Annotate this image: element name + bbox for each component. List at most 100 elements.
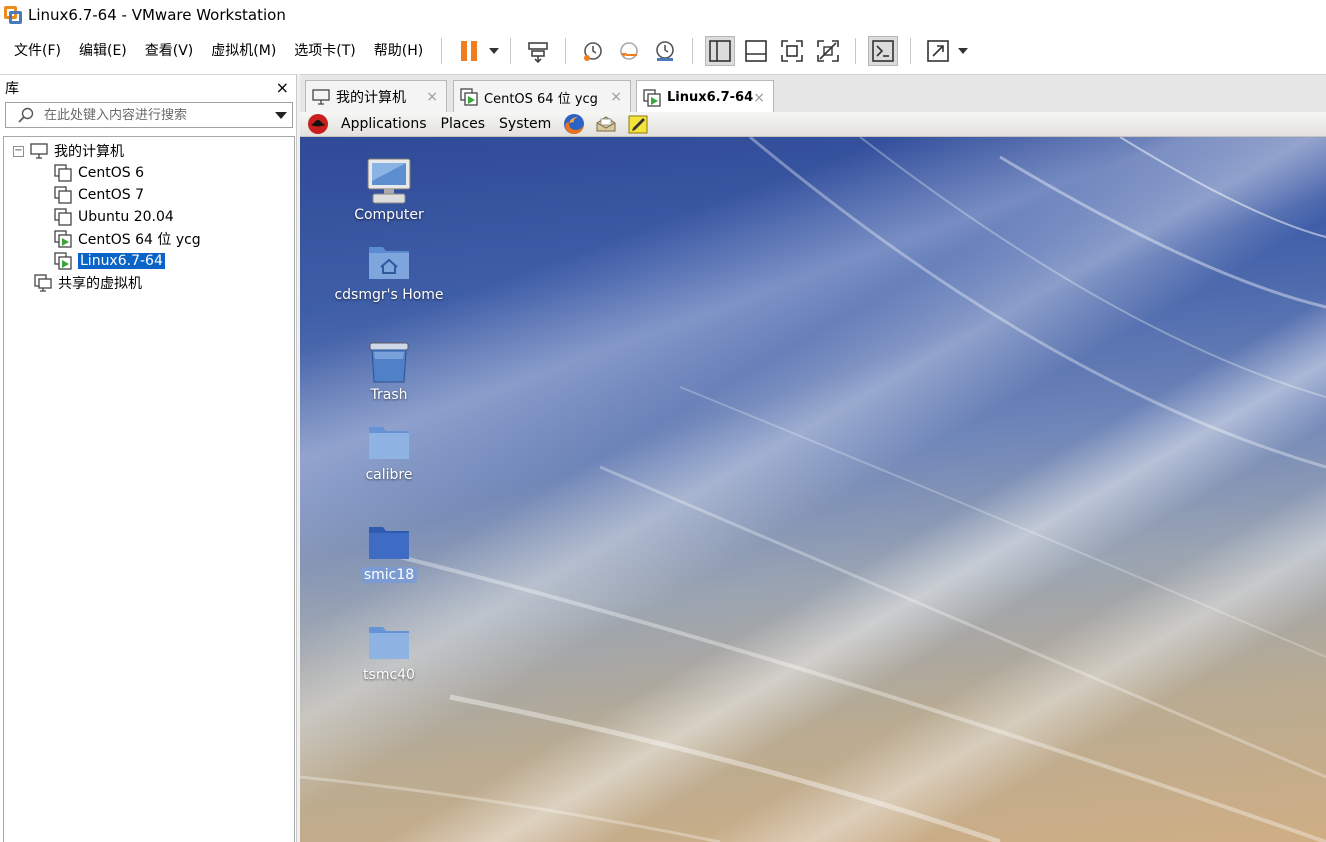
desktop-icon-label: tsmc40: [363, 667, 415, 683]
desktop-icon-folder-selected[interactable]: smic18: [329, 517, 449, 583]
snapshot-button[interactable]: [578, 36, 608, 66]
power-dropdown[interactable]: [487, 36, 501, 66]
computer-icon: [312, 89, 330, 105]
notes-icon[interactable]: [627, 113, 649, 135]
console-view-button[interactable]: [868, 36, 899, 66]
tree-label: Ubuntu 20.04: [78, 209, 174, 225]
tab-strip: 我的计算机 × CentOS 64 位 ycg × Linux6.7-64 ×: [300, 74, 1326, 114]
tree-item-vm-selected[interactable]: Linux6.7-64: [54, 250, 165, 272]
desktop-icon-computer[interactable]: Computer: [329, 157, 449, 223]
desktop-icon-trash[interactable]: Trash: [329, 337, 449, 403]
toolbar-divider: [565, 38, 567, 64]
redhat-logo-icon[interactable]: [307, 113, 329, 135]
toolbar-divider: [441, 38, 443, 64]
tab-label: CentOS 64 位 ycg: [484, 91, 598, 107]
toolbar-divider: [692, 38, 694, 64]
tab-linux67[interactable]: Linux6.7-64 ×: [636, 80, 774, 114]
snapshot-icon: [584, 42, 603, 61]
pause-icon: [461, 41, 478, 61]
library-title: 库: [5, 80, 19, 97]
tree-label: 我的计算机: [54, 144, 124, 160]
firefox-icon[interactable]: [563, 113, 585, 135]
title-bar: Linux6.7-64 - VMware Workstation: [0, 0, 1326, 30]
revert-snapshot-icon: [620, 42, 639, 60]
search-icon: [18, 107, 34, 123]
desktop-icon-label: calibre: [365, 467, 413, 483]
pause-button[interactable]: [454, 36, 484, 66]
menu-view[interactable]: 查看(V): [136, 36, 203, 66]
desktop-icon-folder[interactable]: tsmc40: [329, 617, 449, 683]
guest-screen[interactable]: Applications Places System Computer cdsm…: [300, 112, 1326, 842]
search-dropdown-icon[interactable]: [275, 112, 287, 119]
library-search[interactable]: [5, 102, 293, 128]
desktop-icon-label: cdsmgr's Home: [334, 287, 444, 303]
menu-file[interactable]: 文件(F): [5, 36, 70, 66]
console-view-icon: [872, 40, 895, 62]
chevron-down-icon: [489, 48, 500, 54]
snapshot-manager-button[interactable]: [650, 36, 680, 66]
tree-label: CentOS 7: [78, 187, 145, 203]
menu-help[interactable]: 帮助(H): [365, 36, 432, 66]
full-screen-icon: [781, 40, 804, 62]
collapse-icon[interactable]: −: [13, 145, 24, 157]
panel-menu-places[interactable]: Places: [434, 116, 493, 132]
thumbnail-bar-button[interactable]: [741, 36, 771, 66]
running-vm-icon: [54, 252, 72, 270]
desktop-icon-label: Computer: [354, 207, 424, 223]
send-ctrl-alt-del-button[interactable]: [523, 36, 553, 66]
folder-icon: [369, 427, 409, 459]
desktop-icon-home[interactable]: cdsmgr's Home: [329, 237, 449, 303]
computer-icon: [367, 158, 411, 204]
close-icon[interactable]: ×: [426, 89, 438, 105]
tree-label: CentOS 6: [78, 165, 145, 181]
tree-item-vm[interactable]: CentOS 64 位 ycg: [54, 228, 201, 250]
unity-icon: [817, 40, 840, 62]
menu-toolbar: 文件(F) 编辑(E) 查看(V) 虚拟机(M) 选项卡(T) 帮助(H): [0, 30, 1326, 72]
tree-item-shared-vms[interactable]: 共享的虚拟机: [34, 272, 142, 294]
vmware-logo-icon: [4, 6, 22, 24]
running-vm-icon: [460, 88, 478, 106]
search-input[interactable]: [44, 107, 264, 123]
stretch-icon: [927, 40, 950, 62]
full-screen-button[interactable]: [777, 36, 807, 66]
shared-vm-icon: [34, 274, 52, 292]
menu-edit[interactable]: 编辑(E): [70, 36, 136, 66]
tab-label: 我的计算机: [336, 90, 406, 106]
desktop-icon-label: Trash: [370, 387, 408, 403]
close-icon[interactable]: ×: [753, 90, 765, 106]
mail-icon[interactable]: [595, 113, 617, 135]
panel-menu-applications[interactable]: Applications: [334, 116, 434, 132]
menu-tabs[interactable]: 选项卡(T): [285, 36, 364, 66]
tab-my-computer[interactable]: 我的计算机 ×: [305, 80, 447, 113]
panel-menu-system[interactable]: System: [492, 116, 558, 132]
close-icon[interactable]: ×: [610, 89, 622, 105]
tree-item-vm[interactable]: Ubuntu 20.04: [54, 206, 174, 228]
stretch-dropdown[interactable]: [956, 36, 970, 66]
thumbnail-bar-icon: [745, 40, 768, 62]
toolbar-divider: [910, 38, 912, 64]
desktop-icon-folder[interactable]: calibre: [329, 417, 449, 483]
tree-label: CentOS 64 位 ycg: [78, 232, 201, 248]
unity-button[interactable]: [813, 36, 843, 66]
tree-item-vm[interactable]: CentOS 6: [54, 162, 144, 184]
stretch-button[interactable]: [923, 36, 953, 66]
tree-item-my-computer[interactable]: − 我的计算机: [13, 140, 124, 162]
library-tree: − 我的计算机 CentOS 6 CentOS 7 Ubuntu 20.04 C…: [3, 136, 295, 842]
revert-snapshot-button[interactable]: [614, 36, 644, 66]
toolbar-divider: [855, 38, 857, 64]
home-folder-icon: [369, 247, 409, 279]
send-ctrl-alt-del-icon: [528, 42, 549, 63]
library-header: 库 ×: [0, 74, 296, 100]
wallpaper-streaks: [300, 137, 1326, 842]
window-title: Linux6.7-64 - VMware Workstation: [28, 6, 286, 24]
toolbar-divider: [510, 38, 512, 64]
show-library-button[interactable]: [705, 36, 736, 66]
tree-label: Linux6.7-64: [78, 253, 165, 269]
menu-vm[interactable]: 虚拟机(M): [202, 36, 285, 66]
tab-centos-ycg[interactable]: CentOS 64 位 ycg ×: [453, 80, 631, 113]
running-vm-icon: [643, 88, 661, 107]
tree-item-vm[interactable]: CentOS 7: [54, 184, 144, 206]
running-vm-icon: [54, 230, 72, 248]
desktop-background[interactable]: Computer cdsmgr's Home Trash calibre smi…: [300, 137, 1326, 842]
library-close-button[interactable]: ×: [276, 78, 289, 97]
